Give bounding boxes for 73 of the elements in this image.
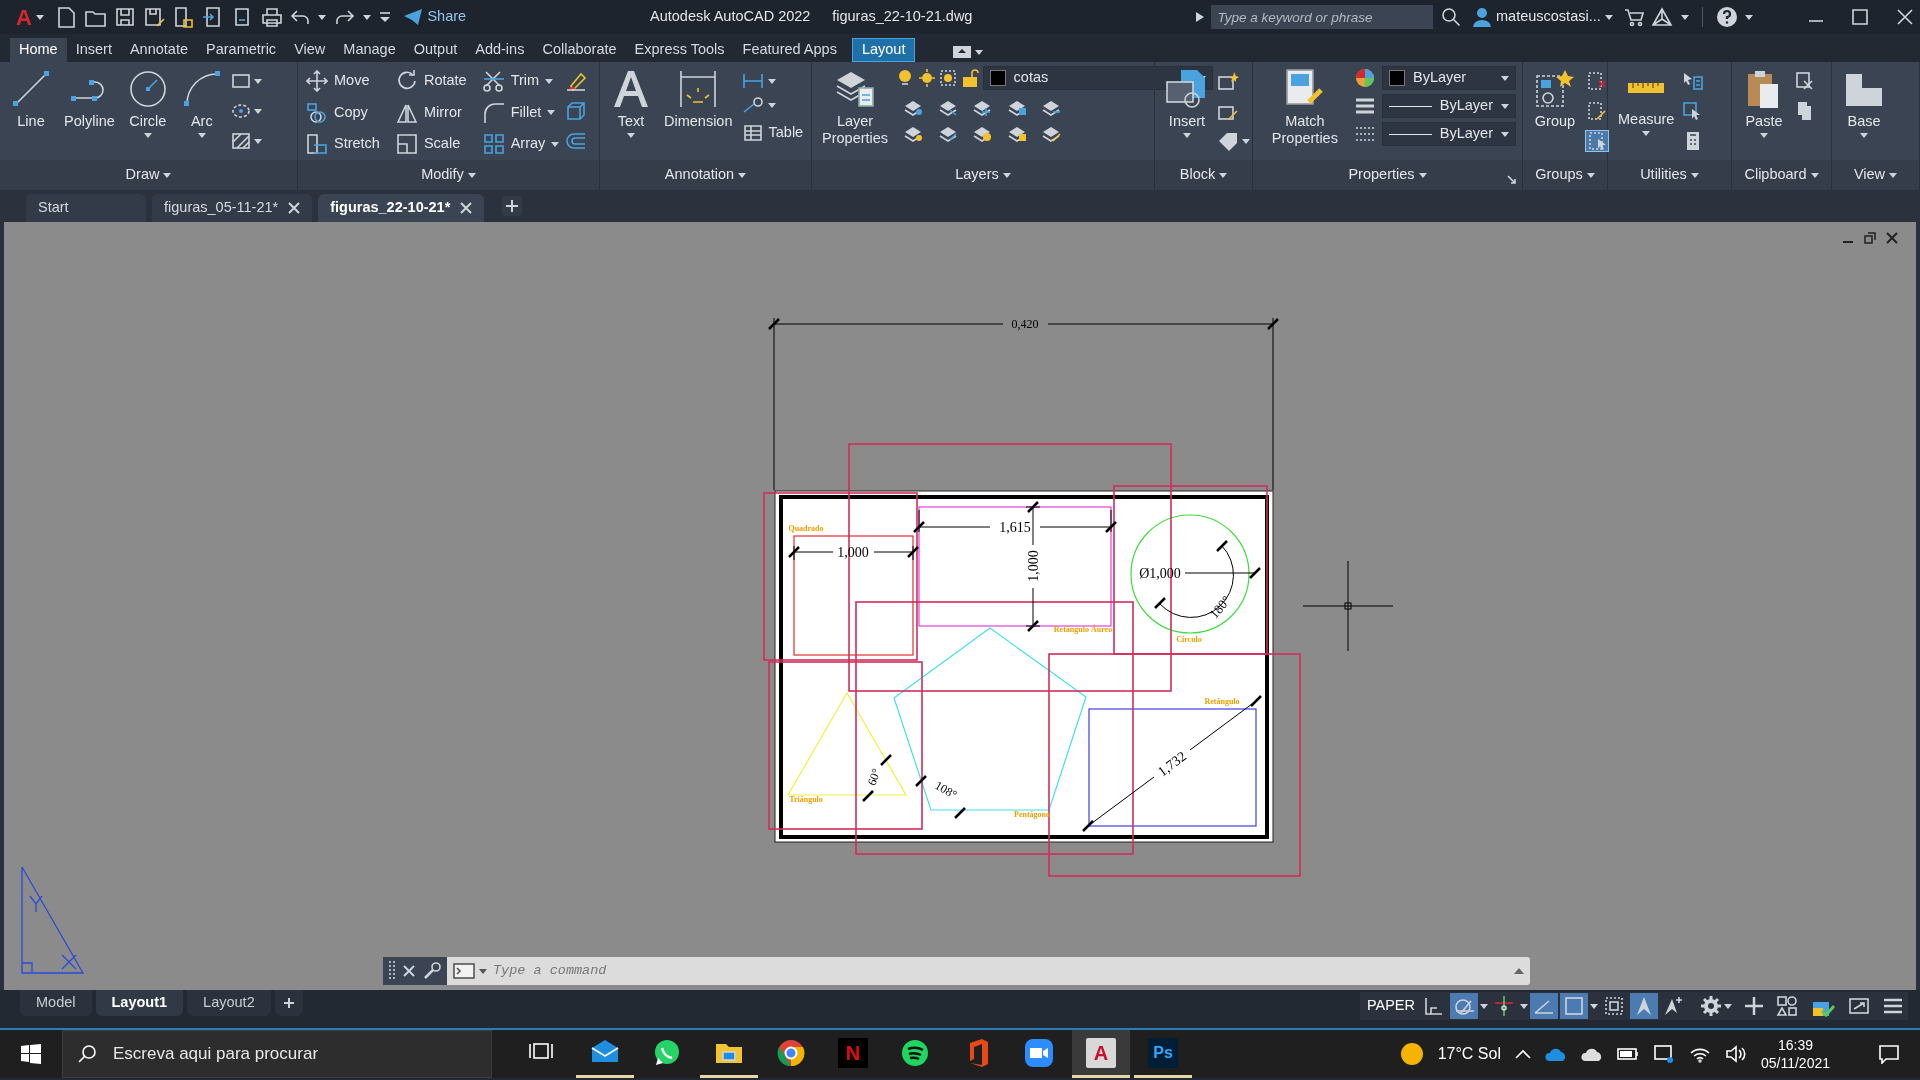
clock-time[interactable]: 16:39 [1777,1035,1813,1054]
ribbon-tool-button[interactable]: Fillet [480,97,562,128]
ribbon-tab[interactable]: Annotate [120,38,197,62]
ribbon-tool-button[interactable]: Base [1838,66,1890,160]
shape-label: Retângulo Áureo [1053,625,1113,634]
ribbon-tool-button[interactable]: Array [480,129,562,160]
ribbon-tool-button[interactable]: Measure [1614,66,1679,160]
ribbon-tool-button[interactable]: Dimension [660,66,737,160]
search-input[interactable]: Escreva aqui para procurar [111,1040,491,1068]
search-field[interactable]: Type a keyword or phrase [1211,5,1434,29]
ribbon-tool-button[interactable]: Scale [393,129,469,160]
property-dropdown[interactable]: ByLayer [1382,122,1516,146]
weather-text[interactable]: 17°C Sol [1437,1042,1501,1066]
ribbon-tab[interactable]: Manage [334,38,405,62]
file-name: figuras_22-10-21.dwg [832,7,973,27]
layout-tab[interactable]: Layout1 [95,990,184,1016]
ribbon-tab[interactable]: Output [404,38,467,62]
ribbon-tool-button[interactable]: Paste [1738,66,1790,160]
ribbon-tool-button[interactable]: Mirror [393,97,469,128]
ribbon-tab[interactable]: Add-ins [466,38,534,62]
ribbon-tab[interactable]: Express Tools [625,38,734,62]
shape-label: Retângulo [1204,697,1240,706]
panel-title[interactable]: Draw [121,164,176,186]
dimension-text: 60° [864,766,884,788]
ribbon-tab[interactable]: View [285,38,335,62]
dimension-text: 0,420 [1011,317,1039,331]
ribbon-tab[interactable]: Featured Apps [733,38,846,62]
ribbon-tool-button[interactable]: Rotate [393,66,469,96]
property-dropdown[interactable]: ByLayer [1382,94,1516,118]
document-tab[interactable]: figuras_05-11-21* [152,194,313,222]
clock-date[interactable]: 05/11/2021 [1760,1054,1830,1073]
space-toggle[interactable]: PAPER [1363,993,1418,1019]
command-input[interactable]: Type a command [491,959,1510,983]
taskbar-app-button[interactable]: N [824,1030,882,1078]
dimension-text: 108° [932,778,960,802]
shape-label: Triângulo [789,795,823,804]
ribbon-tool-button[interactable]: Layer Properties [818,66,893,160]
ribbon-tab[interactable]: Home [10,38,67,62]
ribbon-tab[interactable]: Layout [851,38,916,62]
ribbon-tab[interactable]: Parametric [197,38,286,62]
ribbon-tool-button[interactable]: Arc [176,66,227,160]
ribbon-tool-button[interactable]: Move [304,66,382,96]
user-account-button[interactable]: mateuscostasi... [1468,6,1617,28]
ribbon-tool-button[interactable]: Trim [480,66,562,96]
taskbar-search-field[interactable]: Escreva aqui para procurar [62,1030,492,1078]
ribbon-tool-button[interactable]: Polyline [60,66,119,160]
panel-title[interactable]: Layers [951,164,1015,186]
window-title: Autodesk AutoCAD 2022 [650,7,811,27]
panel-title[interactable]: Modify [417,164,480,186]
dimension-text: 1,615 [999,519,1031,535]
layout-tab[interactable]: Layout2 [187,990,271,1016]
layer-dropdown[interactable]: cotas [982,66,1213,90]
command-line-field[interactable]: Type a command [447,957,1530,985]
ribbon-tool-button[interactable]: Match Properties [1259,66,1351,160]
taskbar-app-button[interactable]: A [1072,1030,1130,1078]
ribbon-tool-button[interactable]: Stretch [304,129,382,160]
ribbon-tool-button[interactable]: Circle [122,66,173,160]
ribbon-tool-button[interactable]: Text [606,66,656,160]
property-dropdown[interactable]: ByLayer [1382,66,1516,90]
ribbon-tool-button[interactable]: Line [6,66,56,160]
ribbon-tab[interactable]: Insert [66,38,121,62]
taskbar-app-button[interactable]: Ps [1134,1030,1192,1078]
share-button[interactable]: Share [399,6,471,28]
shape-label: Círculo [1176,635,1202,644]
document-tab[interactable]: figuras_22-10-21* [318,194,485,222]
ribbon-tab[interactable]: Collaborate [533,38,626,62]
ribbon-tool-button[interactable]: Copy [304,97,382,128]
ribbon-tool-button[interactable]: Table [740,118,806,148]
document-tab[interactable]: Start [26,194,146,222]
dimension-text: 1,000 [1025,550,1041,582]
shape-label: Quadrado [788,524,824,533]
model-tab[interactable]: Model [20,990,92,1016]
ribbon-tool-button[interactable]: Group [1529,66,1581,160]
